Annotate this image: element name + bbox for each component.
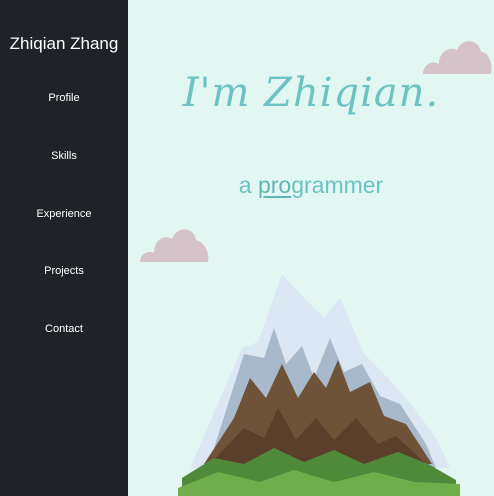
nav-item-contact[interactable]: Contact [0, 323, 128, 335]
nav-item-profile[interactable]: Profile [0, 92, 128, 104]
sidebar: Zhiqian Zhang Profile Skills Experience … [0, 0, 128, 496]
brand-name[interactable]: Zhiqian Zhang [0, 34, 128, 54]
subtitle-rest: grammer [291, 172, 384, 198]
nav-item-skills[interactable]: Skills [0, 150, 128, 162]
mountain-icon [178, 274, 460, 496]
hero-section: I'm Zhiqian. a programmer [128, 0, 494, 496]
nav-item-projects[interactable]: Projects [0, 265, 128, 277]
subtitle-highlight: pro [257, 172, 292, 198]
hero-subtitle: a programmer [128, 172, 494, 199]
nav-item-experience[interactable]: Experience [0, 208, 128, 220]
subtitle-prefix: a [238, 172, 258, 198]
hero-headline: I'm Zhiqian. [182, 70, 440, 116]
cloud-icon [140, 229, 209, 262]
